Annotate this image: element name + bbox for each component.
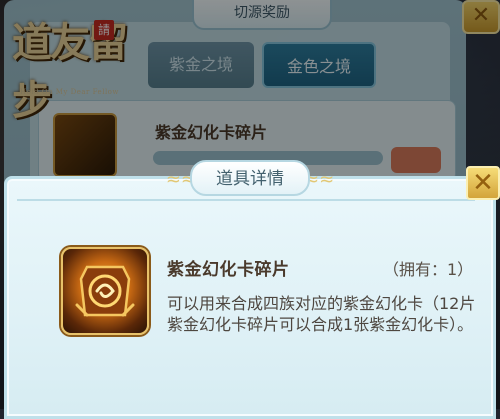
dialog-body: 紫金幻化卡碎片 （拥有：1） 可以用来合成四族对应的紫金幻化卡（12片紫金幻化卡… (4, 176, 496, 419)
dialog-divider (17, 199, 475, 201)
item-owned-count: （拥有：1） (383, 260, 474, 279)
title-cloud-ornament-left: ≈≈ (165, 169, 196, 190)
item-detail-dialog: 紫金幻化卡碎片 （拥有：1） 可以用来合成四族对应的紫金幻化卡（12片紫金幻化卡… (4, 160, 500, 419)
item-name: 紫金幻化卡碎片 (167, 260, 290, 280)
title-cloud-ornament-right: ≈≈ (304, 169, 335, 190)
card-fragment-icon (61, 247, 149, 335)
dialog-title: 道具详情 (190, 160, 310, 196)
item-description: 可以用来合成四族对应的紫金幻化卡（12片紫金幻化卡碎片可以合成1张紫金幻化卡）。 (167, 294, 476, 334)
close-button[interactable]: ✕ (466, 166, 500, 200)
